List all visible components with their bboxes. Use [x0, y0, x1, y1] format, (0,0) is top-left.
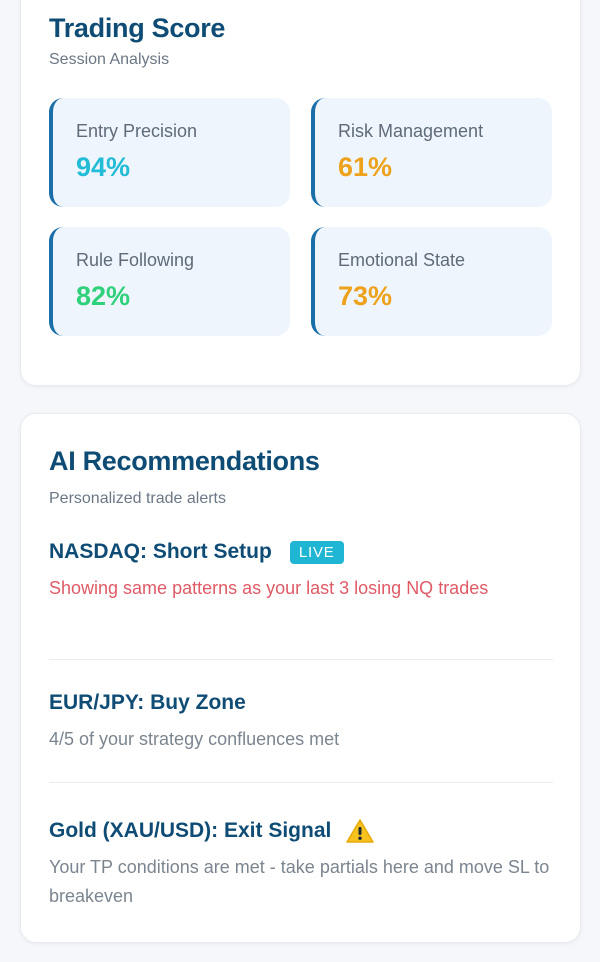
recommendation-eurjpy[interactable]: EUR/JPY: Buy Zone 4/5 of your strategy c… — [49, 689, 553, 754]
recommendation-title: Gold (XAU/USD): Exit Signal — [49, 819, 332, 842]
recommendation-title: EUR/JPY: Buy Zone — [49, 691, 246, 714]
ai-recommendations-subtitle: Personalized trade alerts — [49, 490, 226, 507]
trading-score-subtitle: Session Analysis — [49, 51, 170, 68]
recommendation-text: 4/5 of your strategy confluences met — [49, 729, 340, 749]
divider — [49, 659, 553, 660]
recommendation-gold[interactable]: Gold (XAU/USD): Exit Signal Your TP cond… — [49, 817, 553, 911]
ai-recommendations-title: AI Recommendations — [49, 446, 320, 476]
recommendation-text: Your TP conditions are met - take partia… — [49, 857, 550, 906]
metric-label: Risk Management — [338, 121, 484, 141]
trading-score-title: Trading Score — [49, 13, 226, 43]
metric-value: 73% — [338, 281, 393, 311]
divider — [49, 782, 553, 783]
metric-emotional-state[interactable]: Emotional State 73% — [311, 227, 552, 336]
warning-icon — [345, 818, 375, 844]
page: Trading Score Session Analysis Entry Pre… — [0, 0, 600, 962]
metric-label: Rule Following — [76, 250, 195, 270]
metric-label: Entry Precision — [76, 121, 198, 141]
recommendation-text: Showing same patterns as your last 3 los… — [49, 578, 489, 598]
metric-entry-precision[interactable]: Entry Precision 94% — [49, 98, 290, 207]
live-badge: LIVE — [289, 540, 344, 564]
recommendation-nasdaq[interactable]: NASDAQ: Short Setup LIVE Showing same pa… — [49, 538, 553, 603]
recommendation-title: NASDAQ: Short Setup — [49, 540, 272, 563]
metric-label: Emotional State — [338, 250, 466, 270]
metric-value: 94% — [76, 152, 131, 182]
metric-value: 61% — [338, 152, 393, 182]
metric-rule-following[interactable]: Rule Following 82% — [49, 227, 290, 336]
ai-recommendations-card: AI Recommendations Personalized trade al… — [20, 413, 581, 943]
trading-score-card: Trading Score Session Analysis Entry Pre… — [20, 0, 581, 386]
metric-risk-management[interactable]: Risk Management 61% — [311, 98, 552, 207]
metric-value: 82% — [76, 281, 131, 311]
